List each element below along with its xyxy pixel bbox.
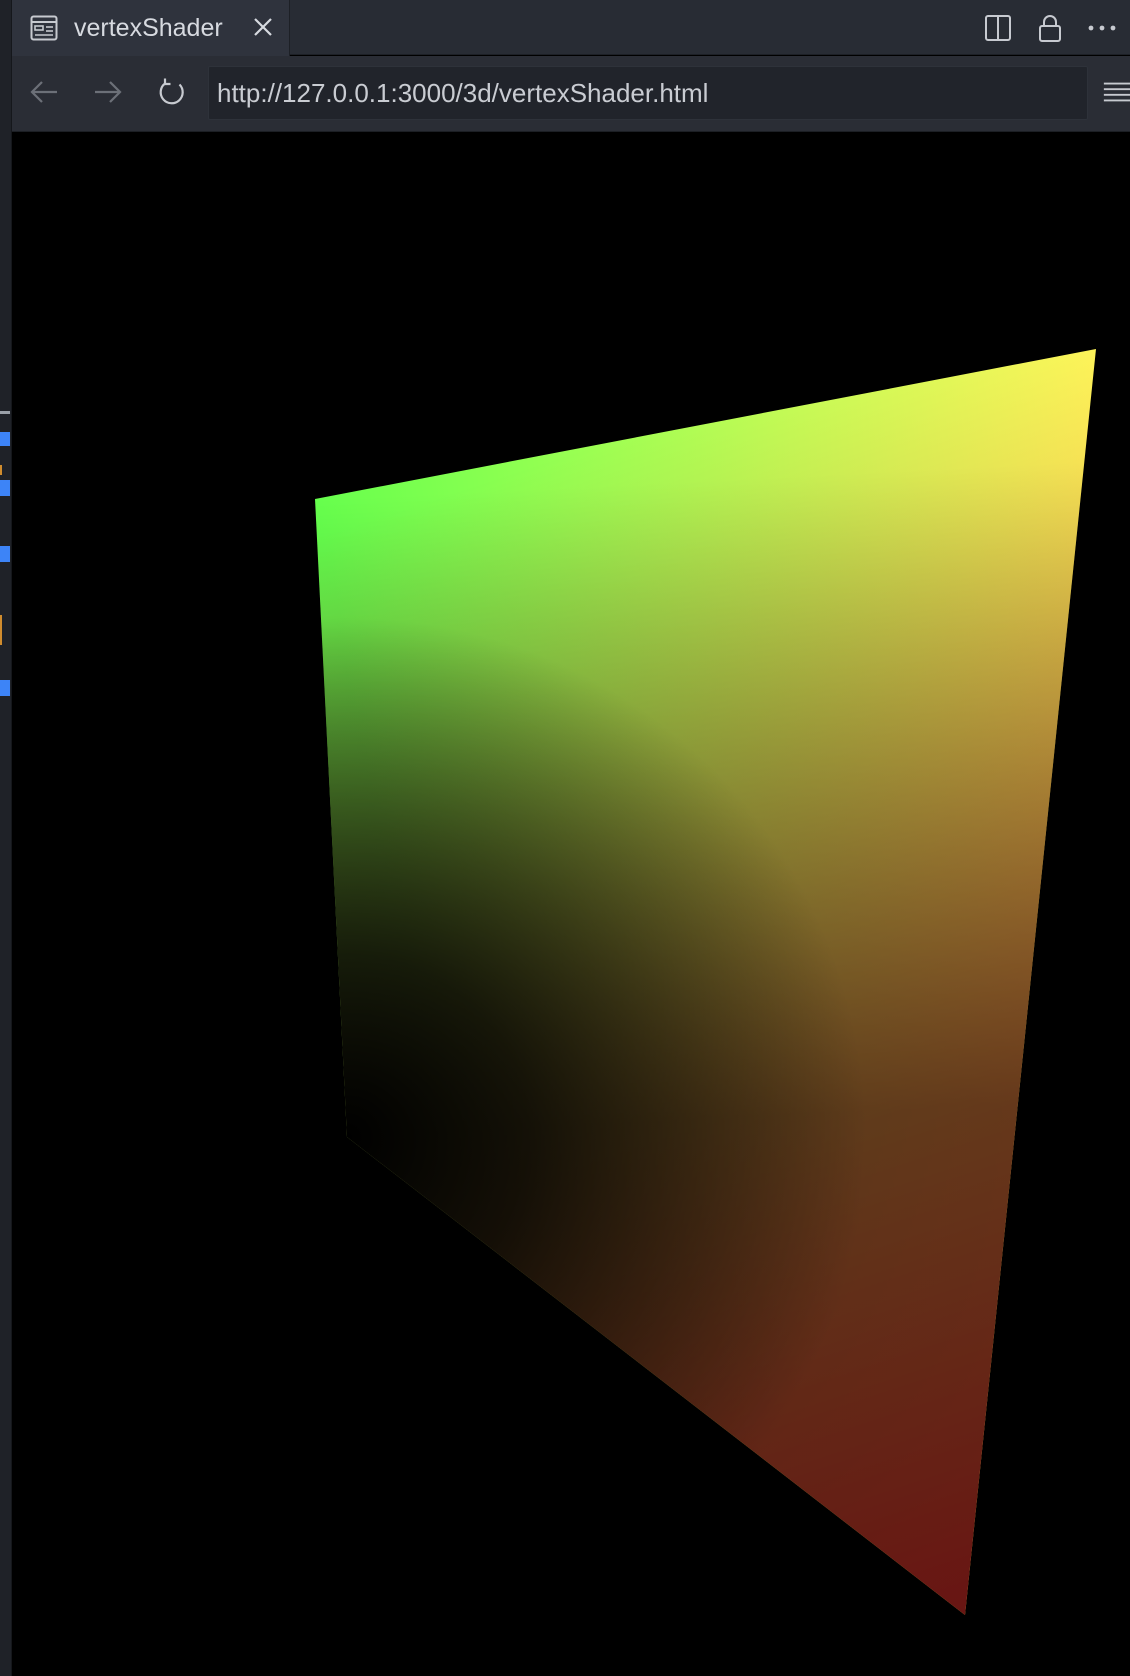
url-input[interactable]: http://127.0.0.1:3000/3d/vertexShader.ht… <box>208 66 1088 120</box>
tab-label: vertexShader <box>74 13 223 42</box>
tab-actions <box>982 0 1130 55</box>
gutter-modified-marker <box>0 465 2 475</box>
reload-icon <box>159 78 184 105</box>
arrow-right-icon <box>95 81 122 103</box>
gutter-change-marker[interactable] <box>0 680 10 696</box>
menu-button[interactable] <box>1102 72 1130 112</box>
close-icon[interactable] <box>248 12 278 42</box>
reload-button[interactable] <box>152 72 192 112</box>
tab-bar: vertexShader <box>12 0 1130 56</box>
forward-button[interactable] <box>88 72 128 112</box>
gutter-change-marker[interactable] <box>0 480 10 496</box>
preview-icon <box>30 15 58 41</box>
webgl-canvas[interactable] <box>12 132 1130 1676</box>
split-editor-button[interactable] <box>982 12 1014 44</box>
shaded-quad <box>315 349 1096 1615</box>
lock-button[interactable] <box>1034 12 1066 44</box>
editor-gutter <box>0 0 12 1676</box>
split-editor-icon <box>985 14 1011 41</box>
navigation-bar: http://127.0.0.1:3000/3d/vertexShader.ht… <box>12 56 1130 132</box>
back-button[interactable] <box>24 72 64 112</box>
lock-icon <box>1039 14 1061 42</box>
gutter-divider <box>0 411 10 414</box>
arrow-left-icon <box>30 81 57 103</box>
more-actions-icon <box>1088 25 1116 30</box>
more-actions-button[interactable] <box>1086 12 1118 44</box>
menu-icon <box>1103 82 1130 102</box>
gutter-modified-marker <box>0 615 2 645</box>
tab-vertexshader[interactable]: vertexShader <box>12 0 290 56</box>
gutter-change-marker[interactable] <box>0 546 10 562</box>
gutter-change-marker[interactable] <box>0 432 10 446</box>
